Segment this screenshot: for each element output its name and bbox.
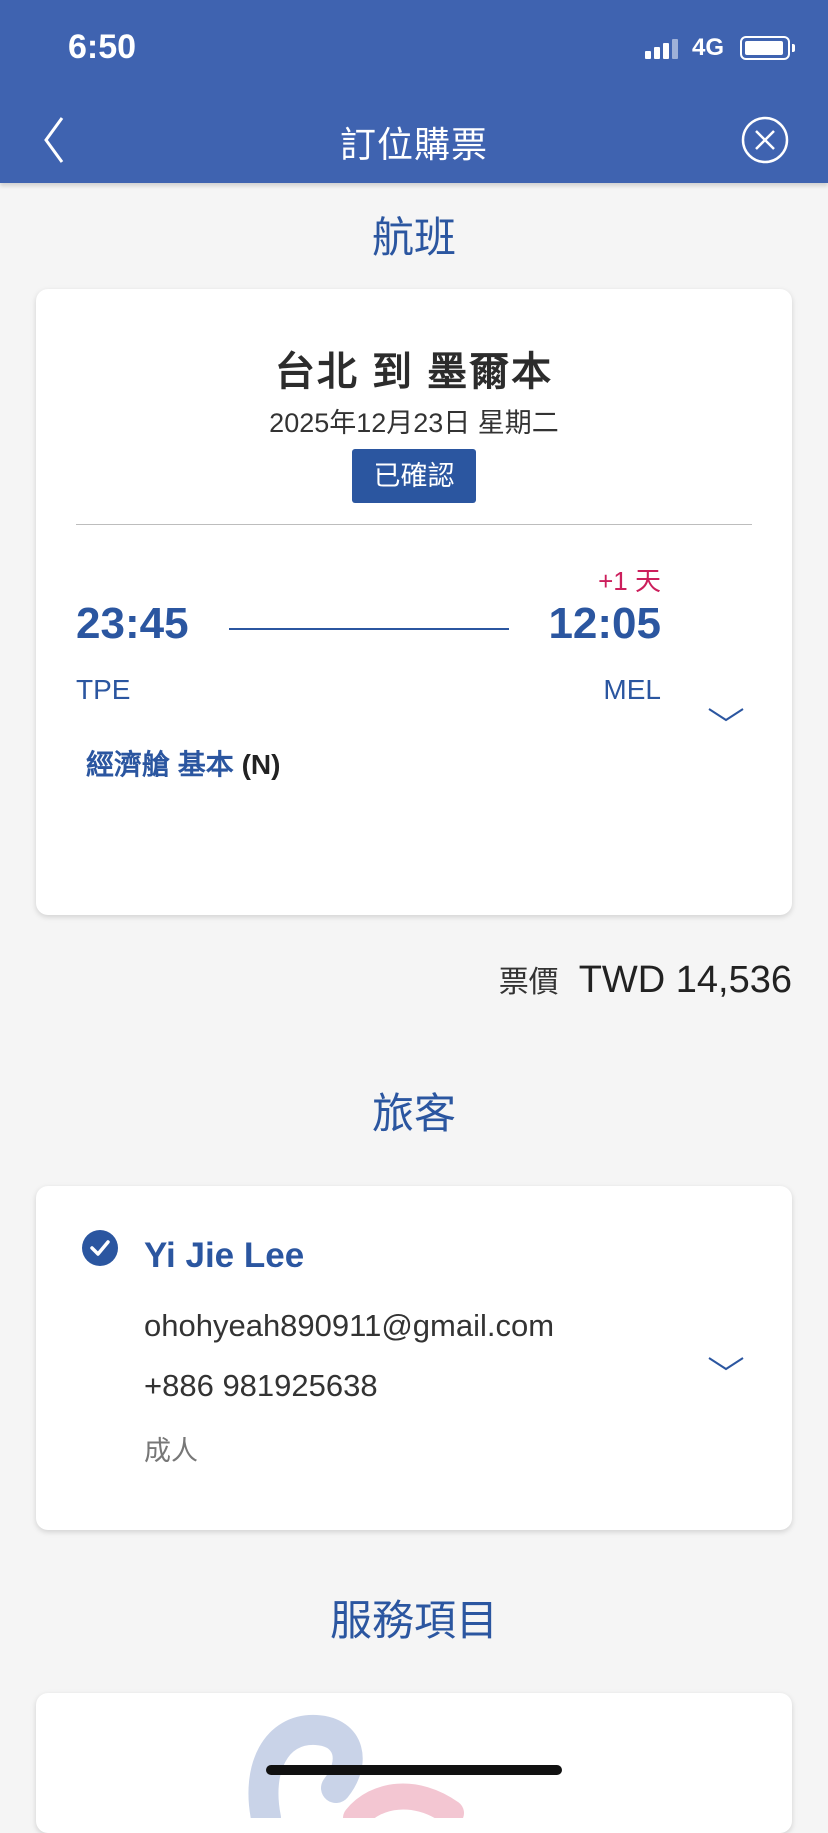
flight-path-line (229, 628, 509, 630)
service-illustration-icon (248, 1715, 464, 1818)
chevron-down-icon (708, 1357, 744, 1371)
passenger-phone: +886 981925638 (144, 1368, 378, 1403)
departure-time: 23:45 (76, 599, 189, 648)
close-circle-icon (741, 116, 789, 164)
flight-expand-button[interactable] (706, 703, 746, 725)
network-label: 4G (691, 34, 724, 61)
check-circle-icon (82, 1230, 118, 1266)
price-value: TWD 14,536 (578, 959, 792, 1001)
passenger-name: Yi Jie Lee (144, 1236, 305, 1275)
cabin-class: 經濟艙 基本 (N) (86, 743, 280, 783)
status-time: 6:50 (68, 28, 137, 66)
fare-code: (N) (241, 749, 281, 780)
day-offset-label: +1 天 (598, 566, 661, 596)
status-badge: 已確認 (352, 449, 476, 503)
flight-card: 台北 到 墨爾本 2025年12月23日 星期二 已確認 +1 天 23:45 … (36, 289, 792, 915)
flight-section-title: 航班 (371, 214, 456, 261)
passenger-email: ohohyeah890911@gmail.com (144, 1308, 555, 1343)
cabin-label: 經濟艙 基本 (86, 749, 234, 780)
page-title: 訂位購票 (339, 124, 488, 165)
price-label: 票價 (498, 966, 559, 999)
battery-icon (740, 36, 795, 60)
home-indicator (266, 1765, 562, 1775)
passenger-card: Yi Jie Lee ohohyeah890911@gmail.com +886… (36, 1186, 792, 1530)
arrival-airport-code: MEL (603, 674, 661, 705)
status-indicators: 4G (644, 34, 795, 62)
price-row: 票價 TWD 14,536 (499, 957, 792, 1002)
passenger-expand-button[interactable] (706, 1352, 746, 1374)
services-card (36, 1693, 792, 1833)
divider (76, 524, 752, 525)
services-section-title: 服務項目 (329, 1597, 498, 1644)
signal-icon (644, 37, 678, 59)
app-header: 6:50 4G 訂位購票 (0, 0, 828, 183)
passenger-type: 成人 (144, 1436, 198, 1466)
route-title: 台北 到 墨爾本 (274, 350, 554, 394)
flight-date: 2025年12月23日 星期二 (269, 408, 559, 438)
departure-airport-code: TPE (76, 674, 131, 705)
close-button[interactable] (740, 115, 790, 165)
passenger-section-title: 旅客 (371, 1090, 456, 1137)
arrival-time: 12:05 (548, 599, 661, 648)
chevron-down-icon (708, 708, 744, 722)
